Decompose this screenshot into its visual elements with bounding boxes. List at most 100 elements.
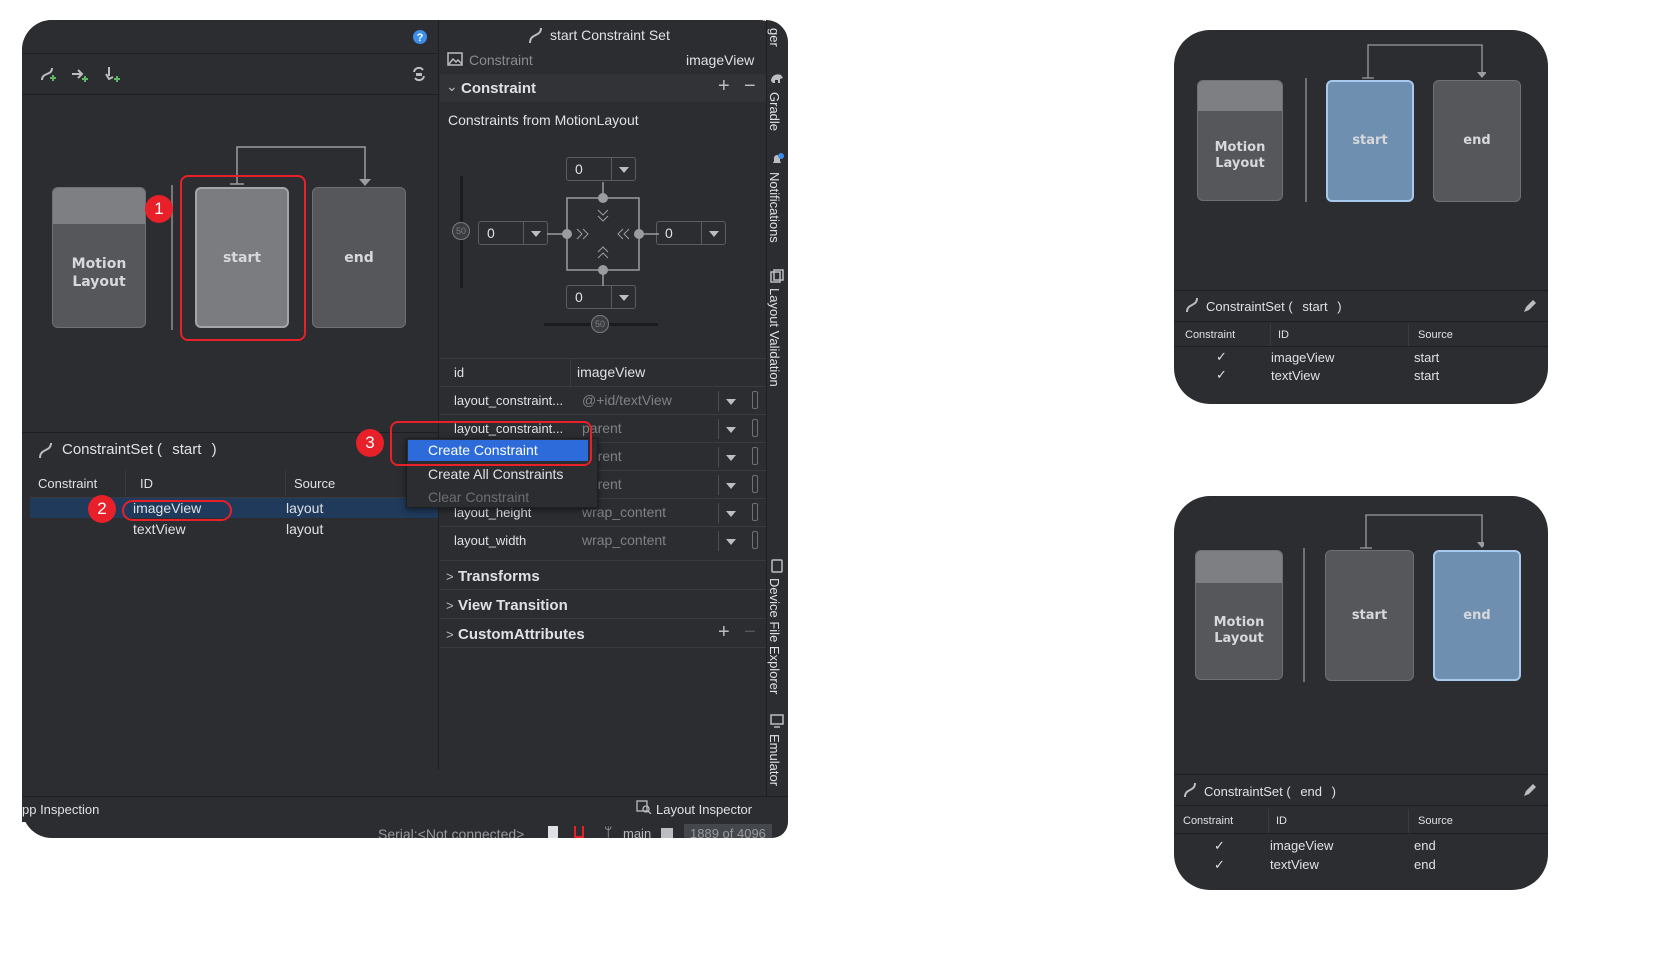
error-icon[interactable]: [574, 826, 584, 838]
section-label: View Transition: [458, 597, 568, 614]
branch-name[interactable]: main: [623, 826, 651, 838]
app-inspection-tab[interactable]: pp Inspection: [22, 802, 99, 817]
highlight-start-node: [180, 175, 306, 341]
edit-icon[interactable]: [1522, 782, 1538, 798]
bottom-margin-value: 0: [575, 289, 583, 305]
constraintset-add-icon[interactable]: [38, 64, 58, 84]
table-row[interactable]: [30, 519, 438, 539]
start-constraintset-node[interactable]: start: [1326, 80, 1414, 202]
cs-title-suffix: ): [211, 441, 217, 458]
chevron-down-icon[interactable]: [718, 391, 742, 411]
memory-indicator[interactable]: 1889 of 4096: [684, 824, 772, 838]
col-id[interactable]: ID: [1278, 329, 1289, 341]
section-custom-attributes[interactable]: > CustomAttributes + −: [440, 618, 766, 648]
menu-item-create-all-constraints[interactable]: Create All Constraints: [428, 466, 563, 482]
attributes-title: start Constraint Set: [550, 27, 670, 43]
vertical-bias-knob[interactable]: 50: [452, 222, 470, 240]
question-icon[interactable]: ?: [412, 29, 428, 45]
transition-add-icon[interactable]: [70, 64, 90, 84]
motion-layout-node[interactable]: Motion Layout: [1195, 550, 1283, 680]
add-icon[interactable]: +: [718, 621, 730, 644]
row-1-id[interactable]: imageView: [1270, 838, 1333, 853]
click-handler-add-icon[interactable]: [102, 64, 122, 84]
serial-status[interactable]: Serial:<Not connected>: [378, 826, 524, 838]
side-tab-fragment[interactable]: ger: [767, 28, 782, 47]
motion-layout-node[interactable]: Motion Layout: [52, 187, 146, 328]
constraintset-icon: [1182, 781, 1200, 799]
chevron-down-icon[interactable]: ⌄: [446, 78, 458, 95]
menu-item-clear-constraint[interactable]: Clear Constraint: [428, 489, 529, 505]
id-value[interactable]: imageView: [577, 364, 645, 380]
cs-title-name: start: [172, 441, 202, 458]
lock-icon[interactable]: [661, 828, 673, 838]
motion-layout-node[interactable]: Motion Layout: [1197, 80, 1283, 201]
row-1-source: layout: [286, 500, 324, 516]
motion-label-1: Motion: [1214, 139, 1266, 155]
col-constraint[interactable]: Constraint: [1185, 329, 1235, 341]
chevron-down-icon[interactable]: [718, 447, 742, 467]
row-2-id[interactable]: textView: [1270, 857, 1319, 872]
section-transforms[interactable]: > Transforms: [440, 560, 766, 590]
constraint-widget[interactable]: [547, 180, 659, 290]
attribute-row[interactable]: layout_constraint... @+id/textView: [440, 386, 766, 414]
end-constraintset-node[interactable]: end: [1433, 80, 1521, 202]
col-constraint[interactable]: Constraint: [1183, 815, 1233, 827]
start-constraintset-node[interactable]: start: [1325, 550, 1414, 681]
chevron-down-icon[interactable]: [718, 419, 742, 439]
warning-icon[interactable]: [548, 826, 558, 838]
constraintset-icon: [1184, 296, 1202, 314]
check-icon: ✓: [1214, 857, 1225, 872]
col-id[interactable]: ID: [140, 476, 153, 491]
constraintset-icon: [526, 25, 546, 45]
attr-value[interactable]: wrap_content: [582, 532, 666, 548]
edit-icon[interactable]: [1522, 298, 1538, 314]
remove-icon[interactable]: −: [744, 75, 756, 98]
chevron-down-icon[interactable]: [718, 475, 742, 495]
graph-divider: [1303, 548, 1305, 682]
pin-icon[interactable]: [752, 419, 758, 437]
start-preview-card: Motion Layout start end ConstraintSet ( …: [1174, 30, 1548, 404]
constraints-from-label: Constraints from MotionLayout: [448, 112, 639, 128]
attr-value[interactable]: @+id/textView: [582, 392, 672, 408]
side-tab-layout-validation[interactable]: Layout Validation: [767, 288, 782, 387]
add-icon[interactable]: +: [718, 75, 730, 98]
col-source[interactable]: Source: [1418, 815, 1453, 827]
start-node-label: start: [1351, 607, 1388, 623]
pin-icon[interactable]: [752, 503, 758, 521]
col-constraint[interactable]: Constraint: [38, 476, 97, 491]
right-margin-dropdown[interactable]: 0: [656, 221, 726, 245]
horizontal-bias-knob[interactable]: 50: [591, 315, 609, 333]
end-constraintset-node[interactable]: end: [312, 187, 406, 328]
chevron-right-icon: >: [446, 627, 454, 642]
elephant-icon: [770, 72, 784, 84]
side-tab-emulator[interactable]: Emulator: [767, 734, 782, 786]
left-margin-dropdown[interactable]: 0: [478, 221, 548, 245]
col-id[interactable]: ID: [1276, 815, 1287, 827]
end-constraintset-node[interactable]: end: [1433, 550, 1521, 681]
status-bar: Serial:<Not connected> ᛘ main 1889 of 40…: [358, 822, 788, 838]
pin-icon[interactable]: [752, 391, 758, 409]
end-preview-card: Motion Layout start end ConstraintSet ( …: [1174, 496, 1548, 890]
side-tab-notifications[interactable]: Notifications: [767, 172, 782, 243]
pin-icon[interactable]: [752, 447, 758, 465]
layout-inspector-tab[interactable]: Layout Inspector: [656, 802, 752, 817]
side-tab-device-file-explorer[interactable]: Device File Explorer: [767, 578, 782, 694]
row-2-id[interactable]: textView: [1271, 368, 1320, 383]
pin-icon[interactable]: [752, 531, 758, 549]
row-1-id[interactable]: imageView: [1271, 350, 1334, 365]
top-margin-value: 0: [575, 161, 583, 177]
attribute-row[interactable]: layout_width wrap_content: [440, 526, 766, 554]
top-strip: [22, 20, 438, 54]
section-view-transition[interactable]: > View Transition: [440, 589, 766, 619]
chevron-down-icon[interactable]: [718, 531, 742, 551]
cycle-icon[interactable]: [410, 64, 428, 84]
bell-icon: [770, 153, 784, 167]
col-source[interactable]: Source: [294, 476, 335, 491]
top-margin-dropdown[interactable]: 0: [566, 157, 636, 181]
col-source[interactable]: Source: [1418, 329, 1453, 341]
step-badge: 2: [88, 495, 116, 523]
pin-icon[interactable]: [752, 475, 758, 493]
side-tab-gradle[interactable]: Gradle: [767, 92, 782, 131]
cs-title-suffix: ): [1337, 299, 1342, 314]
chevron-down-icon[interactable]: [718, 503, 742, 523]
